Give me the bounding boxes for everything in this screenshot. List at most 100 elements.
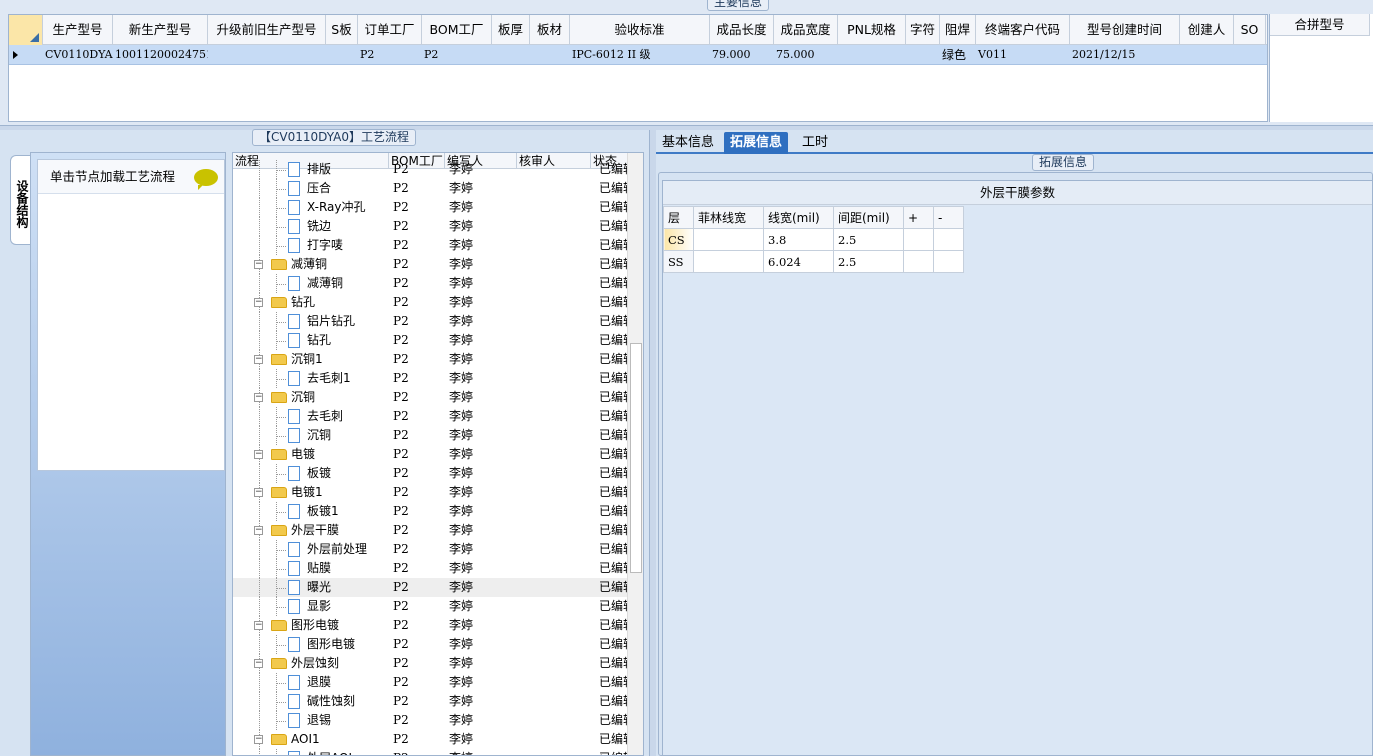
tree-row[interactable]: 打字唛 P2 李婷 已编辑	[233, 236, 629, 255]
tree-row[interactable]: 铝片钻孔 P2 李婷 已编辑	[233, 312, 629, 331]
tree-row[interactable]: 图形电镀 P2 李婷 已编辑	[233, 635, 629, 654]
params-column-header[interactable]: 层	[663, 206, 694, 229]
column-header[interactable]: PNL规格	[838, 15, 906, 45]
grid-cell[interactable]: 绿色	[940, 45, 976, 65]
grid-cell[interactable]: P2	[422, 45, 492, 65]
collapse-toggle-icon[interactable]: −	[254, 659, 263, 668]
tree-row[interactable]: − 减薄铜 P2 李婷 已编辑	[233, 255, 629, 274]
load-flow-hint[interactable]: 单击节点加载工艺流程	[38, 160, 224, 194]
tree-row[interactable]: − 外层蚀刻 P2 李婷 已编辑	[233, 654, 629, 673]
column-header[interactable]: 型号创建时间	[1070, 15, 1180, 45]
table-row[interactable]: CS 3.8 2.5	[663, 228, 964, 251]
collapse-toggle-icon[interactable]: −	[254, 260, 263, 269]
tree-row[interactable]: 曝光 P2 李婷 已编辑	[233, 578, 629, 597]
params-cell[interactable]	[693, 250, 764, 273]
tab-item[interactable]: 拓展信息	[724, 132, 789, 154]
grid-cell[interactable]: 10011200024751	[113, 45, 208, 65]
column-header[interactable]: 创建人	[1180, 15, 1234, 45]
params-column-header[interactable]: -	[933, 206, 964, 229]
tree-row[interactable]: 贴膜 P2 李婷 已编辑	[233, 559, 629, 578]
column-header[interactable]: 字符	[906, 15, 940, 45]
column-header[interactable]: BOM工厂	[422, 15, 492, 45]
collapse-toggle-icon[interactable]: −	[254, 393, 263, 402]
collapse-toggle-icon[interactable]: −	[254, 621, 263, 630]
column-header[interactable]: 验收标准	[570, 15, 710, 45]
tree-row[interactable]: 板镀1 P2 李婷 已编辑	[233, 502, 629, 521]
grid-cell[interactable]	[1180, 45, 1234, 65]
column-header[interactable]: SO	[1234, 15, 1266, 45]
column-header[interactable]: 板材	[530, 15, 570, 45]
tree-row[interactable]: 铣边 P2 李婷 已编辑	[233, 217, 629, 236]
tree-row[interactable]: 去毛刺1 P2 李婷 已编辑	[233, 369, 629, 388]
collapse-toggle-icon[interactable]: −	[254, 526, 263, 535]
grid-cell[interactable]: 2021/12/15	[1070, 45, 1180, 65]
params-cell[interactable]	[693, 228, 764, 251]
params-cell[interactable]: 2.5	[833, 250, 904, 273]
tree-row[interactable]: − 外层干膜 P2 李婷 已编辑	[233, 521, 629, 540]
tree-scrollbar[interactable]	[627, 153, 643, 755]
column-header[interactable]: 生产型号	[43, 15, 113, 45]
tree-row[interactable]: 显影 P2 李婷 已编辑	[233, 597, 629, 616]
grid-cell[interactable]	[838, 45, 906, 65]
grid-cell[interactable]	[530, 45, 570, 65]
params-cell[interactable]	[903, 250, 934, 273]
column-header[interactable]: 成品宽度	[774, 15, 838, 45]
params-cell[interactable]	[933, 250, 964, 273]
params-column-header[interactable]: +	[903, 206, 934, 229]
collapse-toggle-icon[interactable]: −	[254, 735, 263, 744]
params-column-header[interactable]: 线宽(mil)	[763, 206, 834, 229]
tree-row[interactable]: − 电镀1 P2 李婷 已编辑	[233, 483, 629, 502]
params-column-header[interactable]: 菲林线宽	[693, 206, 764, 229]
tree-row[interactable]: 减薄铜 P2 李婷 已编辑	[233, 274, 629, 293]
grid-cell[interactable]: 75.000	[774, 45, 838, 65]
params-cell[interactable]	[933, 228, 964, 251]
tree-row[interactable]: 退锡 P2 李婷 已编辑	[233, 711, 629, 730]
tree-row[interactable]: 压合 P2 李婷 已编辑	[233, 179, 629, 198]
grid-cell[interactable]: V011	[976, 45, 1070, 65]
column-header[interactable]: 终端客户代码	[976, 15, 1070, 45]
tab-item[interactable]: 基本信息	[656, 132, 720, 154]
params-cell[interactable]: CS	[663, 228, 694, 251]
collapse-toggle-icon[interactable]: −	[254, 488, 263, 497]
grid-cell[interactable]	[326, 45, 358, 65]
tree-row[interactable]: − 电镀 P2 李婷 已编辑	[233, 445, 629, 464]
table-row[interactable]: SS 6.024 2.5	[663, 250, 964, 273]
params-cell[interactable]: 2.5	[833, 228, 904, 251]
params-cell[interactable]: SS	[663, 250, 694, 273]
tree-row[interactable]: − 沉铜1 P2 李婷 已编辑	[233, 350, 629, 369]
tree-row[interactable]: 去毛刺 P2 李婷 已编辑	[233, 407, 629, 426]
grid-cell[interactable]	[906, 45, 940, 65]
grid-cell[interactable]: IPC-6012 II 级	[570, 45, 710, 65]
tree-row[interactable]: 外层AOI P2 李婷 已编辑	[233, 749, 629, 755]
grid-cell[interactable]	[208, 45, 326, 65]
collapse-toggle-icon[interactable]: −	[254, 298, 263, 307]
collapse-toggle-icon[interactable]: −	[254, 355, 263, 364]
params-cell[interactable]: 6.024	[763, 250, 834, 273]
grid-cell[interactable]: 79.000	[710, 45, 774, 65]
column-header[interactable]: 新生产型号	[113, 15, 208, 45]
params-cell[interactable]: 3.8	[763, 228, 834, 251]
grid-cell[interactable]	[1234, 45, 1266, 65]
grid-corner-icon[interactable]	[9, 15, 43, 45]
table-row[interactable]: CV0110DYA0 10011200024751 P2 P2 IPC-6012 II …	[9, 45, 1267, 65]
column-header[interactable]: 阻焊	[940, 15, 976, 45]
tree-row[interactable]: 沉铜 P2 李婷 已编辑	[233, 426, 629, 445]
column-header[interactable]: 成品长度	[710, 15, 774, 45]
tab-item[interactable]: 工时	[796, 132, 834, 154]
column-header[interactable]: 升级前旧生产型号	[208, 15, 326, 45]
column-header[interactable]: 板厚	[492, 15, 530, 45]
tree-row[interactable]: − AOI1 P2 李婷 已编辑	[233, 730, 629, 749]
grid-cell[interactable]: P2	[358, 45, 422, 65]
column-header[interactable]: S板	[326, 15, 358, 45]
tree-row[interactable]: 碱性蚀刻 P2 李婷 已编辑	[233, 692, 629, 711]
grid-cell[interactable]	[492, 45, 530, 65]
tree-row[interactable]: 钻孔 P2 李婷 已编辑	[233, 331, 629, 350]
tab-equipment-structure[interactable]: 设备结构	[10, 155, 32, 245]
tree-row[interactable]: 退膜 P2 李婷 已编辑	[233, 673, 629, 692]
merge-model-header[interactable]: 合拼型号	[1270, 14, 1370, 36]
grid-cell[interactable]: CV0110DYA0	[43, 45, 113, 65]
tree-row[interactable]: − 钻孔 P2 李婷 已编辑	[233, 293, 629, 312]
tree-row[interactable]: 外层前处理 P2 李婷 已编辑	[233, 540, 629, 559]
tree-row[interactable]: − 图形电镀 P2 李婷 已编辑	[233, 616, 629, 635]
tree-row[interactable]: 板镀 P2 李婷 已编辑	[233, 464, 629, 483]
